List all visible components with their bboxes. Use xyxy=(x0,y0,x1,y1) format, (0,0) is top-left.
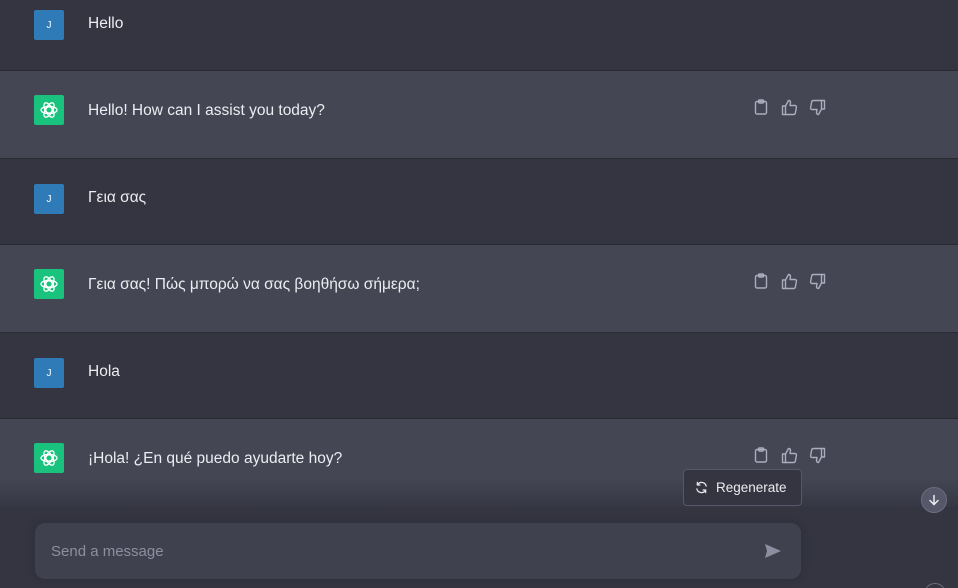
user-avatar-icon: J xyxy=(34,358,64,388)
message-input-box xyxy=(35,523,801,579)
chat-app: J Hello Hello! How can I assist you toda… xyxy=(0,0,958,588)
message-text: Γεια σας xyxy=(88,189,147,206)
message-actions xyxy=(752,446,826,464)
openai-logo-icon xyxy=(34,443,64,473)
message-text: ¡Hola! ¿En qué puedo ayudarte hoy? xyxy=(88,450,343,467)
avatar-letter: J xyxy=(46,367,52,379)
thumbs-up-icon[interactable] xyxy=(780,446,798,464)
refresh-icon xyxy=(695,481,708,494)
user-avatar-icon: J xyxy=(34,184,64,214)
thumbs-down-icon[interactable] xyxy=(808,272,826,290)
thumbs-up-icon[interactable] xyxy=(780,98,798,116)
avatar-letter: J xyxy=(46,193,52,205)
openai-logo-icon xyxy=(34,95,64,125)
assistant-message: Γεια σας! Πώς μπορώ να σας βοηθήσω σήμερ… xyxy=(0,245,958,333)
message-actions xyxy=(752,98,826,116)
clipboard-icon[interactable] xyxy=(752,446,770,464)
assistant-message: Hello! How can I assist you today? xyxy=(0,71,958,159)
user-avatar-icon: J xyxy=(34,10,64,40)
user-message: J Γεια σας xyxy=(0,159,958,245)
message-text: Hello! How can I assist you today? xyxy=(88,102,325,119)
message-text: Hola xyxy=(88,363,120,380)
avatar-letter: J xyxy=(46,19,52,31)
scroll-down-button[interactable] xyxy=(921,487,947,513)
message-input[interactable] xyxy=(51,523,731,579)
message-text: Γεια σας! Πώς μπορώ να σας βοηθήσω σήμερ… xyxy=(88,276,420,293)
assistant-message: ¡Hola! ¿En qué puedo ayudarte hoy? xyxy=(0,419,958,519)
clipboard-icon[interactable] xyxy=(752,272,770,290)
thumbs-up-icon[interactable] xyxy=(780,272,798,290)
openai-logo-icon xyxy=(34,269,64,299)
clipboard-icon[interactable] xyxy=(752,98,770,116)
arrow-down-icon xyxy=(928,494,940,506)
message-text: Hello xyxy=(88,15,124,32)
message-thread: J Hello Hello! How can I assist you toda… xyxy=(0,0,958,519)
send-button[interactable] xyxy=(762,541,784,561)
user-message: J Hello xyxy=(0,0,958,71)
user-message: J Hola xyxy=(0,333,958,419)
message-actions xyxy=(752,272,826,290)
thumbs-down-icon[interactable] xyxy=(808,98,826,116)
regenerate-label: Regenerate xyxy=(716,480,787,495)
send-icon xyxy=(764,543,782,559)
regenerate-button[interactable]: Regenerate xyxy=(683,469,802,506)
thumbs-down-icon[interactable] xyxy=(808,446,826,464)
